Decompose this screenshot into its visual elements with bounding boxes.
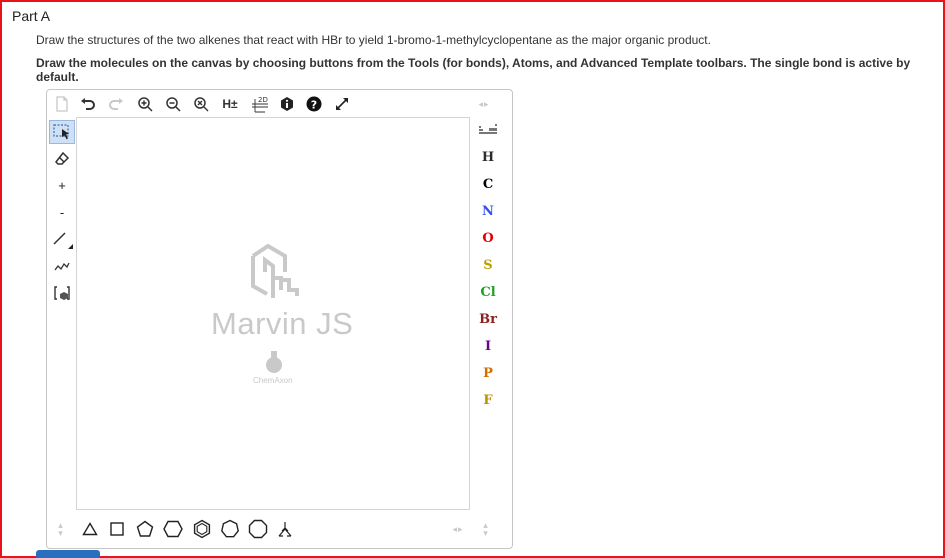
atom-button-n[interactable]: N [473,200,503,222]
chemaxon-logo-text: ChemAxon [253,376,293,385]
chair-template-icon[interactable] [274,518,296,540]
chain-tool-icon[interactable] [51,255,73,277]
instruction-text: Draw the molecules on the canvas by choo… [36,56,911,84]
bottom-right-vertical-arrows[interactable]: ▴ ▾ [480,518,492,540]
sgroup-bracket-icon[interactable] [51,282,73,304]
cyclopentane-template-icon[interactable] [134,518,156,540]
atom-button-i[interactable]: I [473,335,503,357]
benzene-template-icon[interactable] [191,518,213,540]
submit-button[interactable] [36,550,100,558]
cyclopropane-template-icon[interactable] [80,518,100,540]
atom-button-p[interactable]: P [473,362,503,384]
zoom-fit-icon[interactable] [192,95,210,113]
top-toolbar: H± 2D ? ◂▸ [47,90,512,118]
selection-tool-button[interactable] [49,120,75,144]
cyclohexane-template-icon[interactable] [162,518,184,540]
redo-icon[interactable] [107,95,125,113]
charge-minus-button[interactable]: - [51,201,73,223]
single-bond-button[interactable] [51,228,73,250]
periodic-table-icon[interactable] [473,119,503,141]
atom-button-br[interactable]: Br [473,308,503,330]
part-title: Part A [12,8,51,24]
eraser-icon[interactable] [51,148,73,170]
info-icon[interactable] [278,95,296,113]
charge-plus-button[interactable]: + [51,174,73,196]
help-icon[interactable]: ? [305,95,323,113]
zoom-in-icon[interactable] [136,95,154,113]
svg-text:?: ? [311,99,317,112]
drawing-canvas[interactable]: Marvin JS ChemAxon [76,117,470,510]
atom-button-h[interactable]: H [473,146,503,168]
atom-button-s[interactable]: S [473,254,503,276]
atom-button-cl[interactable]: Cl [473,281,503,303]
chemaxon-flask-icon [266,351,282,373]
undo-icon[interactable] [79,95,97,113]
bottom-right-scroll-arrows[interactable]: ◂▸ [450,518,466,540]
top-toolbar-scroll-arrows[interactable]: ◂▸ [477,95,491,113]
bottom-left-scroll-arrows[interactable]: ▴ ▾ [55,518,67,540]
clean-2d-label: 2D [258,96,268,104]
question-text: Draw the structures of the two alkenes t… [36,33,711,47]
cyclooctane-template-icon[interactable] [247,518,269,540]
fullscreen-icon[interactable] [333,95,351,113]
cycloheptane-template-icon[interactable] [219,518,241,540]
implicit-hydrogen-button[interactable]: H± [219,95,241,113]
atom-button-f[interactable]: F [473,389,503,411]
marvin-logo-icon [251,243,299,298]
cyclobutane-template-icon[interactable] [107,518,127,540]
atom-button-c[interactable]: C [473,173,503,195]
marvin-logo-text: Marvin JS [211,306,354,341]
clean-2d-button[interactable]: 2D [249,95,271,113]
new-document-icon[interactable] [53,95,71,113]
marvin-editor: H± 2D ? ◂▸ Marvin JS ChemAxon + - H C N … [46,89,513,549]
bottom-toolbar: ▴ ▾ ◂▸ ▴ ▾ [47,514,512,544]
atom-button-o[interactable]: O [473,227,503,249]
zoom-out-icon[interactable] [164,95,182,113]
